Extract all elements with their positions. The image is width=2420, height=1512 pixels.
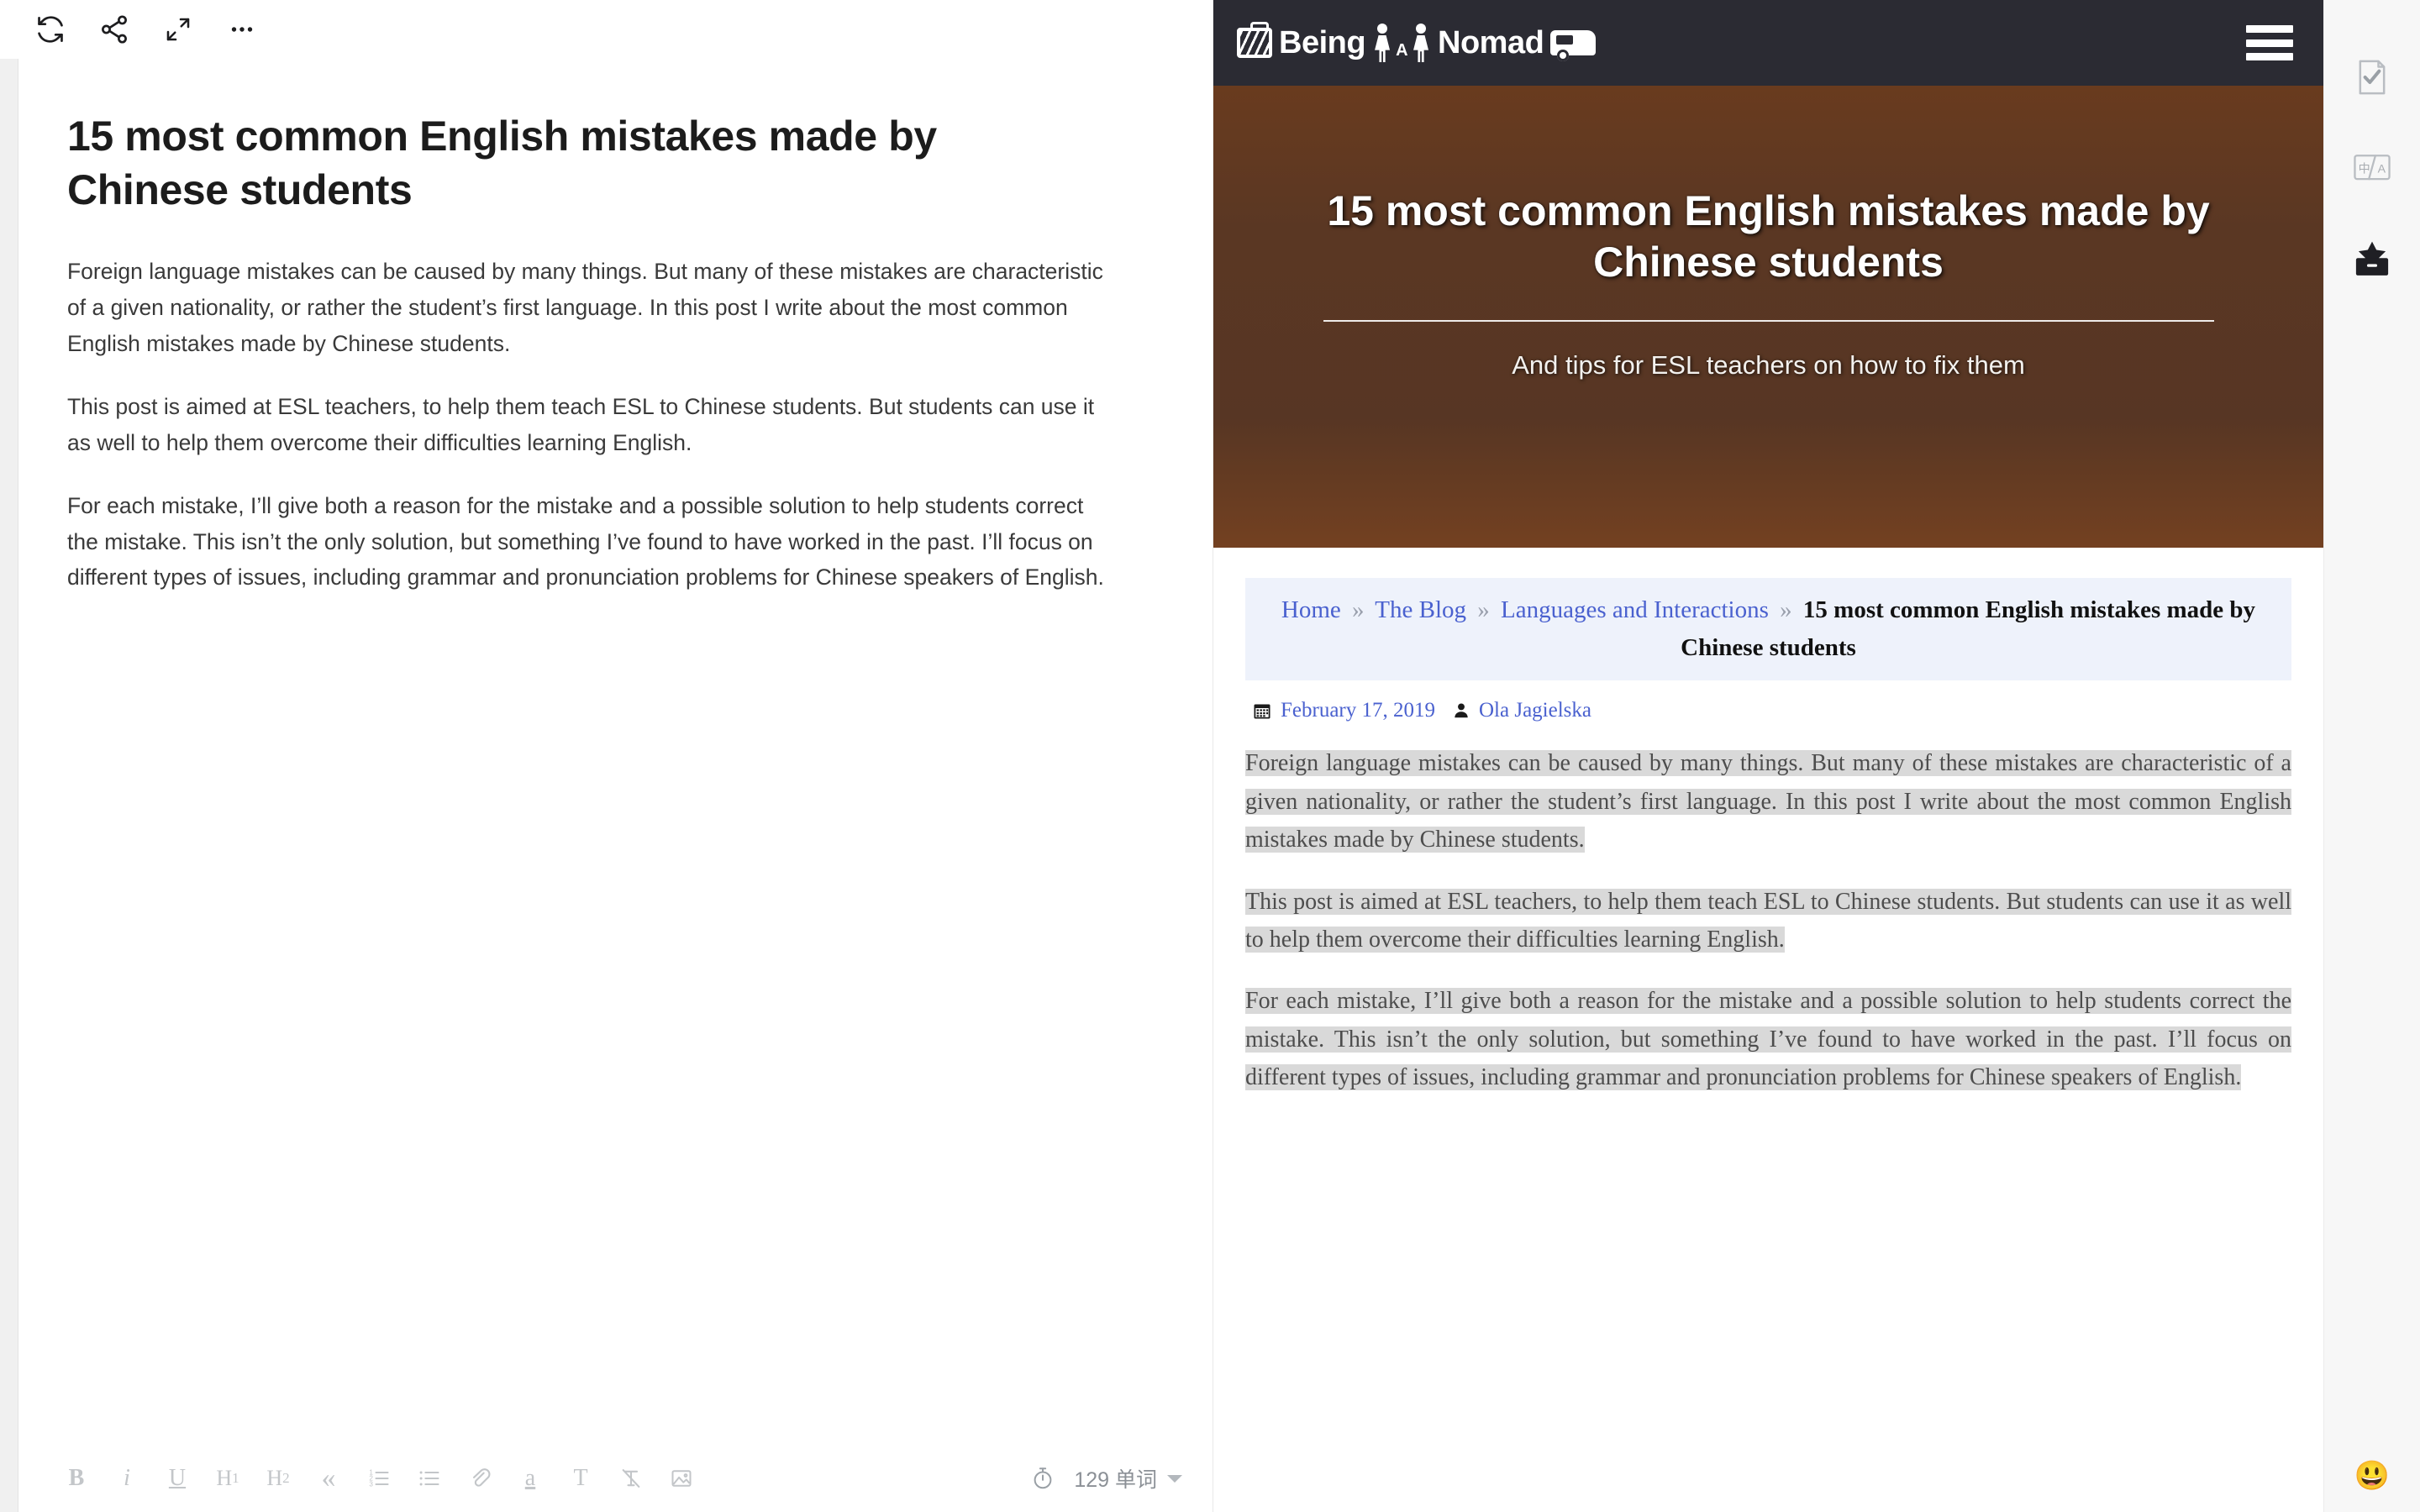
- document-paragraph[interactable]: Foreign language mistakes can be caused …: [67, 254, 1113, 362]
- breadcrumb-item-the-blog[interactable]: The Blog: [1375, 596, 1466, 623]
- suitcase-icon: [1237, 22, 1272, 58]
- user-icon: [1452, 701, 1470, 720]
- post-paragraph: For each mistake, I’ll give both a reaso…: [1245, 982, 2291, 1096]
- unordered-list-button[interactable]: [415, 1459, 444, 1498]
- editor-pane: 15 most common English mistakes made by …: [0, 0, 1213, 1512]
- breadcrumb-item-home[interactable]: Home: [1281, 596, 1341, 623]
- logo-text-a: A: [1396, 41, 1408, 60]
- left-gutter: [0, 46, 18, 1512]
- svg-text:3: 3: [369, 1480, 373, 1488]
- hero-divider: [1323, 320, 2214, 322]
- word-count-label: 129 单词: [1074, 1468, 1157, 1492]
- text-color-button[interactable]: a: [516, 1459, 544, 1498]
- site-content: Home » The Blog » Languages and Interact…: [1213, 578, 2323, 1097]
- ordered-list-button[interactable]: 1 2 3: [365, 1459, 393, 1498]
- post-date-label: February 17, 2019: [1281, 699, 1435, 722]
- breadcrumb-item-languages-and-interactions[interactable]: Languages and Interactions: [1501, 596, 1769, 623]
- svg-text:A: A: [2378, 161, 2386, 175]
- hero-banner: 15 most common English mistakes made by …: [1213, 86, 2323, 548]
- people-icon: A: [1370, 24, 1433, 62]
- post-paragraph-text: This post is aimed at ESL teachers, to h…: [1245, 888, 2291, 953]
- editor-document[interactable]: 15 most common English mistakes made by …: [0, 59, 1213, 1445]
- bold-button[interactable]: B: [62, 1459, 91, 1498]
- document-title[interactable]: 15 most common English mistakes made by …: [67, 109, 1101, 217]
- clear-format-button[interactable]: [617, 1459, 645, 1498]
- chevron-down-icon[interactable]: [1167, 1474, 1182, 1483]
- preview-pane: Being A Nomad 15 most common English mis…: [1213, 0, 2323, 1512]
- post-paragraph: This post is aimed at ESL teachers, to h…: [1245, 883, 2291, 959]
- post-body: Foreign language mistakes can be caused …: [1245, 744, 2291, 1096]
- post-meta: February 17, 2019 Ola Jagielska: [1252, 699, 2291, 722]
- post-author-label: Ola Jagielska: [1479, 699, 1591, 722]
- post-paragraph-text: For each mistake, I’ll give both a reaso…: [1245, 988, 2291, 1090]
- word-count-control[interactable]: 129 单词: [1030, 1463, 1182, 1494]
- breadcrumb-separator: »: [1352, 596, 1365, 623]
- proofread-icon[interactable]: [2342, 47, 2402, 108]
- logo-text-nomad: Nomad: [1438, 24, 1544, 60]
- post-paragraph: Foreign language mistakes can be caused …: [1245, 744, 2291, 858]
- site-navbar: Being A Nomad: [1213, 0, 2323, 86]
- link-button[interactable]: [466, 1459, 494, 1498]
- editor-format-toolbar: B i U H1 H2 « 1 2 3 a T 129 单词: [0, 1445, 1213, 1512]
- sync-icon[interactable]: [18, 4, 82, 55]
- heading1-button[interactable]: H1: [213, 1459, 242, 1498]
- post-author[interactable]: Ola Jagielska: [1452, 699, 1591, 722]
- calendar-icon: [1252, 701, 1272, 721]
- translate-icon[interactable]: 中 A: [2342, 138, 2402, 198]
- breadcrumb-separator: »: [1477, 596, 1490, 623]
- site-logo[interactable]: Being A Nomad: [1237, 22, 1597, 62]
- document-paragraph[interactable]: This post is aimed at ESL teachers, to h…: [67, 389, 1113, 461]
- logo-text-being: Being: [1279, 24, 1366, 60]
- insert-image-button[interactable]: [667, 1459, 696, 1498]
- underline-button[interactable]: U: [163, 1459, 192, 1498]
- document-paragraph[interactable]: For each mistake, I’ll give both a reaso…: [67, 488, 1113, 596]
- caravan-icon: [1550, 30, 1597, 61]
- font-button[interactable]: T: [566, 1459, 595, 1498]
- share-icon[interactable]: [82, 4, 146, 55]
- hero-subtitle: And tips for ESL teachers on how to fix …: [1512, 350, 2025, 380]
- stopwatch-icon: [1030, 1466, 1055, 1491]
- editor-top-toolbar: [0, 0, 1213, 59]
- app-root: 15 most common English mistakes made by …: [0, 0, 2420, 1512]
- more-icon[interactable]: [210, 4, 274, 55]
- post-date[interactable]: February 17, 2019: [1252, 699, 1435, 722]
- emoji-icon[interactable]: 😃: [2354, 1462, 2390, 1490]
- archive-star-icon[interactable]: [2342, 228, 2402, 289]
- blockquote-button[interactable]: «: [314, 1459, 343, 1498]
- breadcrumb: Home » The Blog » Languages and Interact…: [1245, 578, 2291, 681]
- right-rail: 中 A 😃: [2323, 0, 2420, 1512]
- post-paragraph-text: Foreign language mistakes can be caused …: [1245, 750, 2291, 853]
- hero-title: 15 most common English mistakes made by …: [1327, 187, 2210, 286]
- fullscreen-icon[interactable]: [146, 4, 210, 55]
- breadcrumb-separator: »: [1780, 596, 1792, 623]
- italic-button[interactable]: i: [113, 1459, 141, 1498]
- hamburger-menu-icon[interactable]: [2246, 25, 2293, 60]
- heading2-button[interactable]: H2: [264, 1459, 292, 1498]
- svg-text:中: 中: [2359, 161, 2370, 175]
